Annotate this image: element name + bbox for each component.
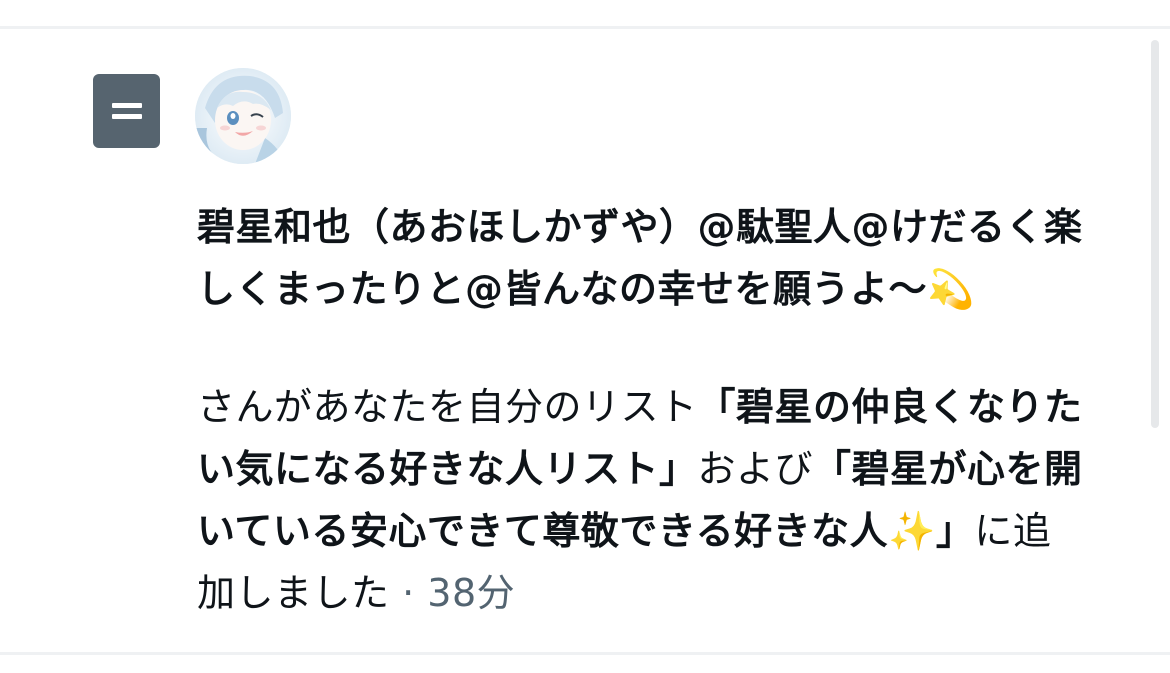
separator: · <box>389 571 428 615</box>
message-connector: および <box>697 447 814 491</box>
message-prefix: さんがあなたを自分のリスト <box>197 385 698 429</box>
user-display-name[interactable]: 碧星和也（あおほしかずや）@駄聖人@けだるく楽しくまったりと@皆んなの幸せを願う… <box>197 196 1117 320</box>
scrollbar[interactable] <box>1151 40 1159 428</box>
notification-message: さんがあなたを自分のリスト「碧星の仲良くなりたい気になる好きな人リスト」および「… <box>197 376 1087 624</box>
notifications-page: 碧星和也（あおほしかずや）@駄聖人@けだるく楽しくまったりと@皆んなの幸せを願う… <box>0 0 1170 673</box>
list-icon <box>93 74 160 148</box>
divider <box>0 652 1170 655</box>
timestamp[interactable]: 38分 <box>427 571 515 615</box>
avatar[interactable] <box>195 68 291 164</box>
